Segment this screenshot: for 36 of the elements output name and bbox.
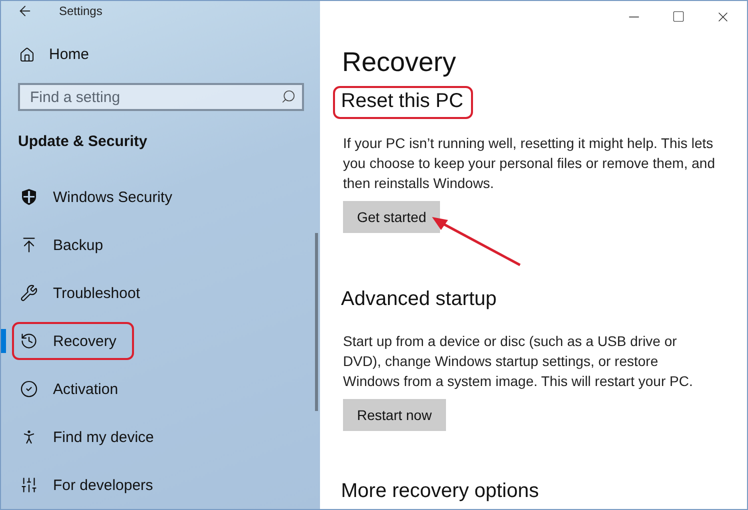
shield-icon (20, 188, 38, 206)
nav-label: For developers (53, 476, 154, 494)
section-heading: Advanced startup (341, 288, 497, 311)
history-icon (20, 332, 38, 350)
nav-label: Activation (53, 380, 118, 398)
nav-item[interactable]: Troubleshoot (12, 274, 158, 312)
nav-item[interactable]: Windows Security (12, 178, 190, 216)
page-title: Recovery (342, 46, 458, 78)
description: Start up from a device or disc (such as a USB drive or DVD), change Windows startup settings, or restore Windows from a system image. This will restart your PC. (343, 332, 694, 391)
section-heading: More recovery options (341, 480, 539, 503)
check-circle-icon (20, 380, 38, 398)
window-title: Settings (59, 4, 102, 18)
nav-item[interactable]: Backup (12, 226, 122, 264)
action-button[interactable]: Get started (343, 200, 440, 233)
home-icon (19, 46, 35, 62)
description: If your PC isn’t running well, resetting it might help. This lets you choose to keep your personal files or remove them, and then reinstalls Windows. (343, 134, 715, 193)
search-field[interactable]: Find a setting (18, 83, 304, 111)
scrollbar[interactable] (315, 233, 318, 411)
wrench-icon (20, 284, 38, 302)
nav-label: Backup (53, 236, 104, 254)
section-heading: Reset this PC (341, 90, 464, 113)
nav-label: Recovery (53, 332, 116, 350)
nav-item[interactable]: Find my device (12, 418, 172, 456)
highlight-frame[interactable]: Recovery (12, 322, 134, 360)
home-link[interactable]: Home (49, 46, 90, 63)
action-button[interactable]: Restart now (343, 398, 446, 431)
nav-label: Find my device (53, 428, 154, 446)
nav-label: Windows Security (53, 188, 172, 206)
section-heading: Update & Security (17, 132, 148, 150)
search-icon (281, 89, 296, 104)
upload-icon (20, 236, 38, 254)
sliders-icon (20, 476, 38, 494)
nav-item[interactable]: Activation (12, 370, 136, 408)
nav-item[interactable]: For developers (12, 466, 172, 504)
nav-label: Troubleshoot (53, 284, 140, 302)
maximize-icon[interactable] (672, 10, 685, 24)
